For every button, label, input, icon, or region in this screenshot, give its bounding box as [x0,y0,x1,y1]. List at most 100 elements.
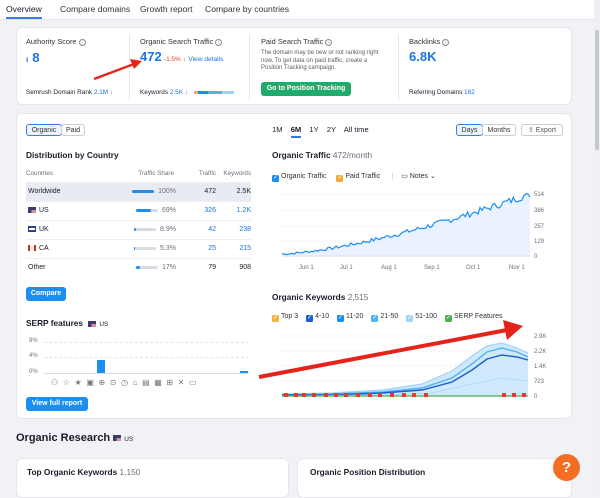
info-icon[interactable]: i [325,38,333,46]
share-value: 100% [158,188,176,195]
organic-research-title: Organic Research [16,432,111,444]
keywords-value[interactable]: 2.5K [170,89,183,96]
paid-toggle[interactable]: Paid [61,124,85,136]
column-header: Countries [26,166,114,183]
red-arrow-annotation [258,320,523,379]
view-full-report-button[interactable]: View full report [26,397,88,411]
referring-domains-value[interactable]: 162 [464,89,475,96]
traffic-value[interactable]: 326 [176,201,216,221]
country-name[interactable]: CA [39,245,49,252]
info-icon[interactable]: i [215,38,223,46]
serp-feature-icons[interactable]: ⚇☆★▣⊕⊙◷⌂▤▦⊞✕▭ [51,378,201,387]
column-header: Traffic Share [114,166,176,183]
help-icon[interactable]: ? [553,454,580,481]
table-row[interactable]: UK 8.9% 42 238 [26,220,251,240]
months-toggle[interactable]: Months [482,124,516,136]
organic-traffic-legend[interactable]: ✓ Organic Traffic [272,173,326,182]
organic-traffic-chart-title: Organic Traffic [272,150,331,160]
month-tick: Aug 1 [381,265,397,271]
info-icon[interactable]: i [442,38,450,46]
period-all-time[interactable]: All time [344,125,369,134]
info-icon[interactable]: i [78,38,86,46]
red-arrow-annotation [93,59,142,81]
tab-compare-domains[interactable]: Compare domains [60,4,130,14]
column-header: Keywords [216,166,251,183]
checkbox-checked-icon: ✓ [336,175,344,182]
tab-growth-report[interactable]: Growth report [140,4,193,14]
go-to-position-tracking-button[interactable]: Go to Position Tracking [261,82,351,96]
organic-traffic-chart-subtitle: 472/month [332,150,373,160]
share-value: 69% [161,207,176,214]
country-name[interactable]: US [39,207,49,214]
checkbox-checked-icon: ✓ [272,175,279,182]
gridline [44,342,249,343]
share-bar [132,189,155,193]
traffic-y-tick: 129 [534,239,545,245]
traffic-y-tick: 257 [534,224,545,230]
paid-traffic-description: The domain may be new or not ranking rig… [261,50,379,72]
compare-button[interactable]: Compare [26,287,66,301]
month-tick: Sep 1 [424,265,440,271]
traffic-value: 79 [208,264,216,272]
share-value: 5.3% [160,245,176,252]
traffic-value[interactable]: 42 [176,220,216,240]
column-header: Traffic [176,166,216,183]
share-bar [134,246,157,250]
view-details-link[interactable]: View details [188,56,223,63]
us-flag-icon [28,207,36,214]
organic-toggle[interactable]: Organic [26,124,62,136]
serp-bar[interactable] [240,371,248,373]
period-6m[interactable]: 6M [290,125,302,138]
us-flag-icon [113,435,122,442]
country-name: Worldwide [26,182,114,202]
divider [398,34,399,100]
position-distribution-title: Organic Position Distribution [310,467,426,477]
authority-score-value[interactable]: ı8 [26,50,39,65]
distribution-table: Countries Traffic Share Traffic Keywords… [26,166,251,277]
traffic-value[interactable]: 25 [176,239,216,259]
keywords-y-tick: 0 [534,394,538,400]
period-1m[interactable]: 1M [272,125,283,134]
domain-rank-label: Semrush Domain Rank [26,89,93,96]
keywords-y-tick: 2.2K [534,349,546,355]
serp-features-title: SERP features [26,318,84,328]
traffic-change: -1.5% [163,56,181,63]
paid-traffic-title: Paid Search Traffic [261,37,324,46]
tab-overview[interactable]: Overview [6,4,42,19]
export-button[interactable]: ⇪ Export [521,124,563,136]
notes-dropdown[interactable]: ▭ Notes ⌄ [392,173,436,180]
share-bar [134,227,157,231]
share-value: 8.9% [160,226,176,233]
period-2y[interactable]: 2Y [327,125,336,134]
keywords-y-tick: 2.9K [534,334,546,340]
table-row[interactable]: US 69% 326 1.2K [26,201,251,221]
domain-rank-value[interactable]: 2.1M [94,89,108,96]
scrollbar[interactable] [594,0,600,491]
backlinks-value[interactable]: 6.8K [409,49,436,64]
days-toggle[interactable]: Days [456,124,483,136]
share-value: 17% [161,264,176,272]
table-row[interactable]: Worldwide 100% 472 2.5K [26,182,251,202]
organic-traffic-title: Organic Search Traffic [140,37,214,46]
divider [249,34,250,100]
notes-icon: ▭ [401,173,410,180]
organic-traffic-chart[interactable]: 514 386 257 129 0 Jun 1 Jul 1 Aug 1 Sep … [272,186,564,274]
country-name[interactable]: UK [39,226,49,233]
month-tick: Oct 1 [466,265,481,271]
keywords-value[interactable]: 238 [216,220,251,240]
tab-compare-by-countries[interactable]: Compare by countries [205,4,289,14]
keywords-value[interactable]: 1.2K [216,201,251,221]
serp-features-chart: 9% 4% 0% ⚇☆★▣⊕⊙◷⌂▤▦⊞✕▭ [26,336,251,398]
serp-bar[interactable] [97,360,105,373]
keywords-distribution-bar [193,90,234,94]
period-1y[interactable]: 1Y [309,125,318,134]
keywords-value: 908 [239,264,251,272]
keywords-value[interactable]: 215 [216,239,251,259]
traffic-y-tick: 0 [534,254,538,260]
paid-traffic-legend[interactable]: ✓ Paid Traffic [336,173,380,182]
top-organic-keywords-card: Top Organic Keywords 1,150 [16,458,289,498]
table-row[interactable]: CA 5.3% 25 215 [26,239,251,259]
gridline [44,373,249,374]
share-bar [135,265,158,269]
top-tab-bar: Overview Compare domains Growth report C… [0,0,600,20]
